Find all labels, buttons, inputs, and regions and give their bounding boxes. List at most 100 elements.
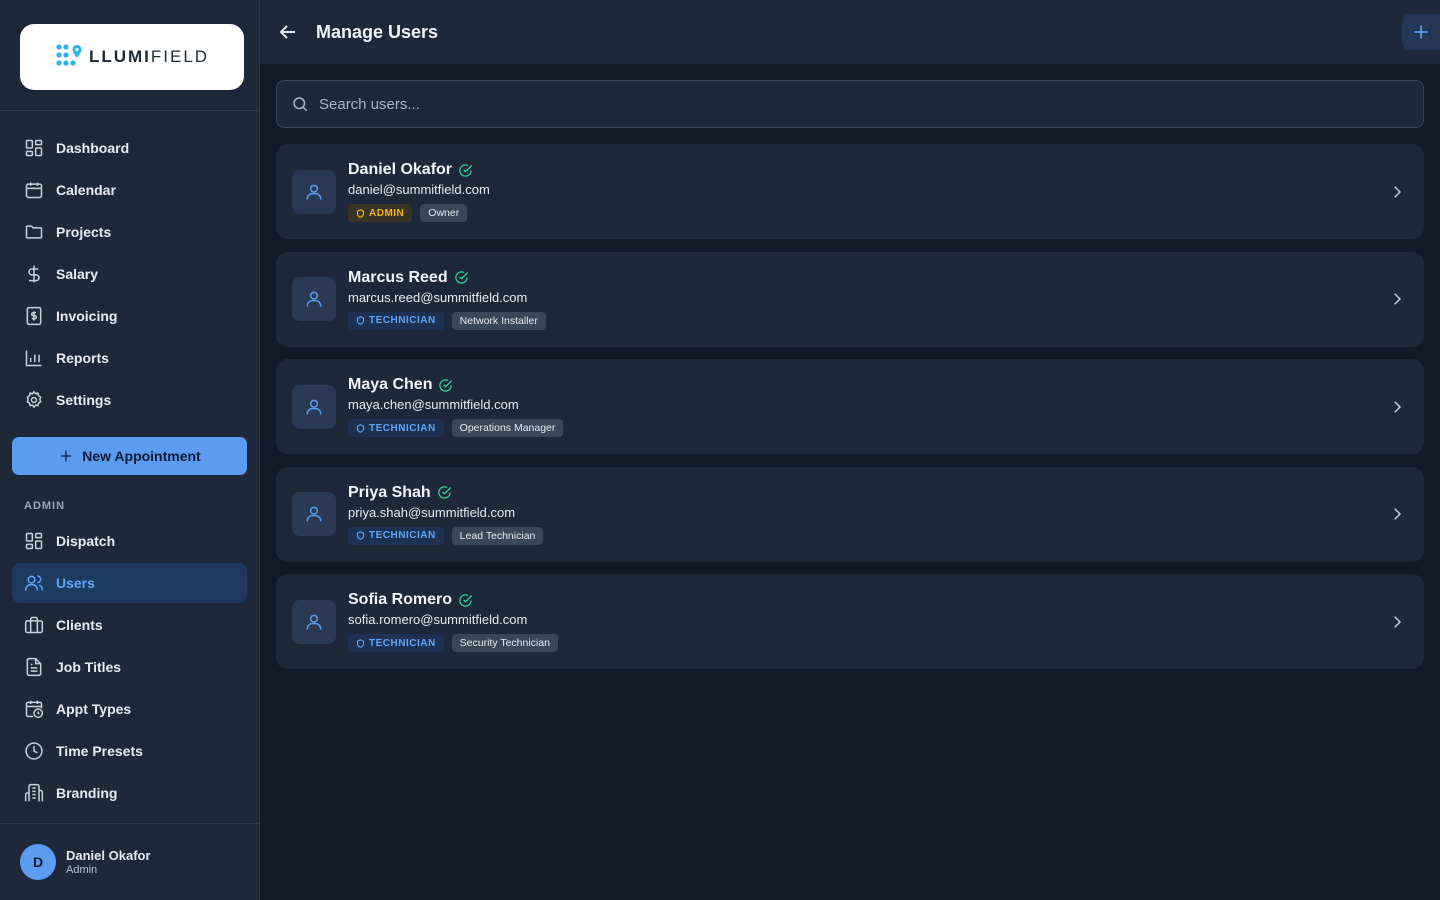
user-avatar (292, 169, 336, 214)
role-badge: ADMIN (348, 204, 413, 222)
sidebar-item-reports[interactable]: Reports (12, 338, 247, 378)
job-title-badge: Network Installer (451, 311, 546, 330)
chevron-right-icon (1394, 508, 1402, 520)
sidebar-item-users[interactable]: Users (12, 563, 247, 603)
clock-icon (25, 742, 43, 760)
sidebar-item-label: Dispatch (56, 533, 116, 549)
grid-icon (25, 532, 43, 550)
current-user-info: Daniel Okafor Admin (66, 848, 151, 876)
user-details: Priya Shah priya.shah@summitfield.com TE… (348, 484, 544, 545)
page-title: Manage Users (316, 21, 439, 42)
user-avatar (292, 384, 336, 429)
user-icon (306, 184, 322, 199)
user-card[interactable]: Priya Shah priya.shah@summitfield.com TE… (276, 466, 1424, 562)
user-name-row: Marcus Reed (348, 269, 546, 287)
user-card[interactable]: Maya Chen maya.chen@summitfield.com TECH… (276, 359, 1424, 454)
add-user-button[interactable] (1402, 14, 1440, 50)
sidebar-item-settings[interactable]: Settings (12, 380, 247, 420)
role-badge-label: TECHNICIAN (369, 422, 436, 434)
shield-icon (356, 531, 365, 540)
user-name-row: Priya Shah (348, 484, 543, 502)
role-badge-label: TECHNICIAN (369, 637, 436, 649)
role-badge: TECHNICIAN (348, 634, 444, 652)
role-badge: TECHNICIAN (348, 526, 444, 545)
user-badges: TECHNICIAN Lead Technician (348, 526, 544, 545)
search-input[interactable] (319, 95, 1423, 113)
sidebar-item-label: Dashboard (56, 140, 130, 156)
sidebar-item-label: Job Titles (56, 659, 122, 675)
user-name: Sofia Romero (348, 591, 453, 608)
sidebar-item-dashboard[interactable]: Dashboard (12, 128, 247, 168)
sidebar-item-job-titles[interactable]: Job Titles (12, 647, 247, 687)
sidebar-item-time-presets[interactable]: Time Presets (12, 731, 247, 771)
sidebar-item-label: Invoicing (56, 308, 118, 324)
role-badge-label: ADMIN (369, 207, 405, 219)
user-email: maya.chen@summitfield.com (348, 397, 519, 412)
sidebar-item-label: Settings (56, 392, 112, 408)
user-details: Daniel Okafor daniel@summitfield.com ADM… (348, 161, 490, 222)
verified-check-icon (459, 163, 473, 177)
user-icon (306, 614, 322, 629)
sidebar-item-clients[interactable]: Clients (12, 605, 247, 645)
sidebar-item-label: Salary (56, 266, 99, 282)
verified-check-icon (439, 378, 453, 392)
document-icon (26, 657, 42, 677)
new-appointment-button[interactable]: New Appointment (12, 437, 247, 475)
search-bar (276, 80, 1424, 128)
user-name-row: Maya Chen (348, 376, 563, 394)
shield-icon (356, 208, 365, 218)
sidebar-item-invoicing[interactable]: Invoicing (12, 296, 247, 336)
calendar-icon (25, 182, 43, 199)
grid-icon (25, 139, 43, 157)
user-card[interactable]: Marcus Reed marcus.reed@summitfield.com … (276, 251, 1424, 347)
users-icon (24, 575, 44, 591)
sidebar-item-label: Appt Types (56, 701, 132, 717)
back-arrow-icon[interactable] (276, 20, 300, 44)
user-name: Marcus Reed (348, 268, 448, 286)
user-email: marcus.reed@summitfield.com (348, 289, 528, 305)
admin-section-label: ADMIN (24, 500, 66, 512)
brand-wordmark: LLUMIFIELD (88, 47, 210, 66)
briefcase-icon (24, 616, 44, 634)
brand-logo[interactable]: LLUMIFIELD (20, 24, 244, 90)
sidebar-item-dispatch[interactable]: Dispatch (12, 521, 247, 561)
plus-icon (60, 450, 72, 462)
role-badge: TECHNICIAN (348, 419, 444, 437)
user-avatar (292, 277, 336, 321)
user-details: Sofia Romero sofia.romero@summitfield.co… (348, 591, 558, 652)
job-title-badge: Operations Manager (451, 419, 564, 437)
sidebar-item-branding[interactable]: Branding (12, 773, 247, 813)
user-icon (306, 291, 322, 307)
new-appointment-label: New Appointment (82, 448, 201, 464)
sidebar: LLUMIFIELD Dashboard Calendar Projects S… (0, 0, 260, 900)
sidebar-item-label: Projects (56, 224, 112, 240)
sidebar-item-label: Time Presets (56, 743, 143, 759)
sidebar-item-label: Reports (56, 350, 109, 366)
current-user[interactable]: D Daniel Okafor Admin (0, 823, 259, 900)
user-badges: TECHNICIAN Security Technician (348, 634, 558, 652)
sidebar-item-appt-types[interactable]: Appt Types (12, 689, 247, 729)
user-card[interactable]: Daniel Okafor daniel@summitfield.com ADM… (276, 144, 1424, 239)
role-badge-label: TECHNICIAN (369, 530, 436, 541)
sidebar-item-projects[interactable]: Projects (12, 212, 247, 252)
user-email: priya.shah@summitfield.com (348, 504, 516, 520)
user-avatar (292, 599, 336, 644)
gear-icon (26, 390, 42, 409)
role-badge-label: TECHNICIAN (369, 315, 436, 326)
sidebar-item-salary[interactable]: Salary (12, 254, 247, 294)
user-name: Priya Shah (348, 483, 431, 501)
job-title-badge: Security Technician (451, 634, 558, 652)
current-user-role: Admin (66, 864, 98, 876)
sidebar-item-calendar[interactable]: Calendar (12, 170, 247, 210)
user-icon (306, 399, 322, 414)
role-badge: TECHNICIAN (348, 311, 444, 330)
user-badges: ADMIN Owner (348, 204, 490, 222)
user-list: Daniel Okafor daniel@summitfield.com ADM… (276, 144, 1424, 682)
shield-icon (356, 316, 365, 325)
sidebar-item-label: Branding (56, 785, 118, 801)
plus-icon (1414, 25, 1428, 39)
user-card[interactable]: Sofia Romero sofia.romero@summitfield.co… (276, 574, 1424, 669)
current-user-name: Daniel Okafor (66, 848, 151, 863)
user-badges: TECHNICIAN Operations Manager (348, 419, 564, 437)
job-title-badge: Lead Technician (451, 526, 544, 545)
